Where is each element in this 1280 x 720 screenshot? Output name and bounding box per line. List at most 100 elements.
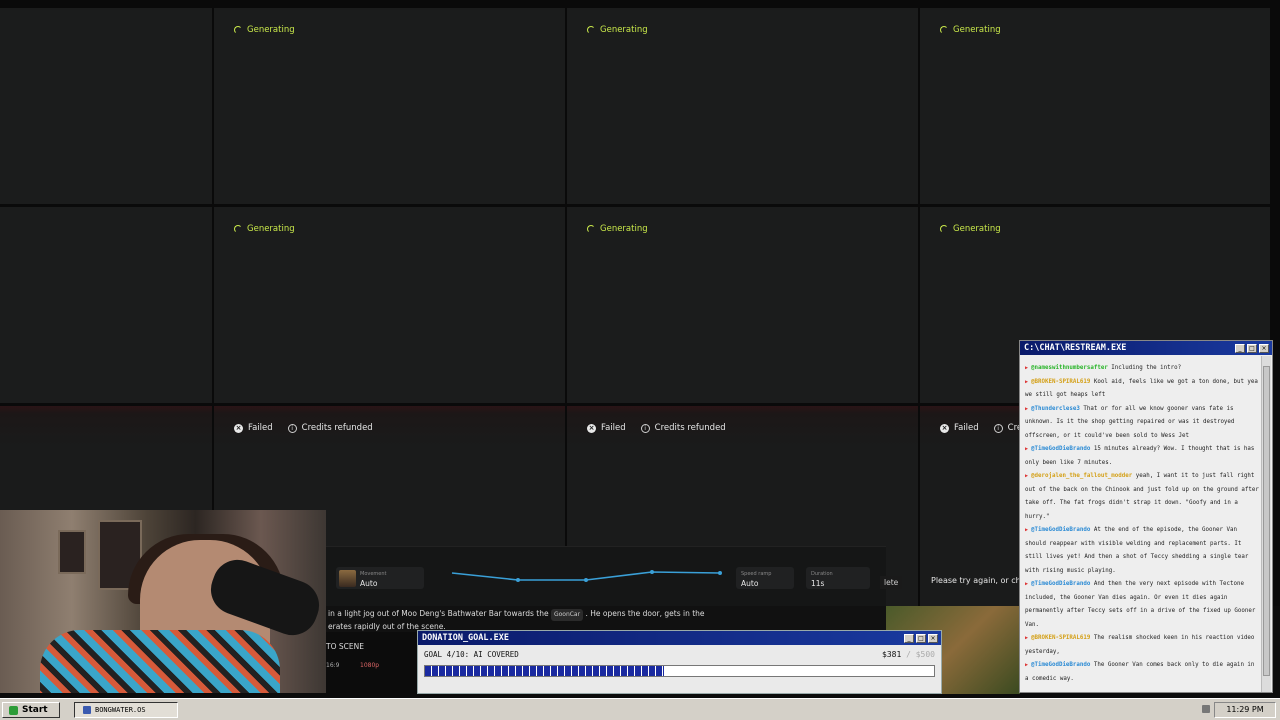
retry-message: Please try again, or char: [931, 576, 1029, 585]
close-icon[interactable]: ×: [928, 633, 938, 643]
donation-progress-fill: [425, 666, 665, 676]
credits-refunded-label: Credits refunded: [301, 423, 373, 433]
chat-message: ▶ @TimeGodDieBrando And then the very ne…: [1025, 578, 1261, 632]
chat-username[interactable]: @TimeGodDieBrando: [1031, 662, 1090, 668]
screen: Generating Generating Generating Generat…: [0, 0, 1280, 720]
chat-username[interactable]: @TimeGodDieBrando: [1031, 446, 1090, 452]
delete-button[interactable]: lete: [880, 576, 903, 589]
chat-username[interactable]: @BROKEN-SPIRAL619: [1031, 379, 1090, 385]
quality-label[interactable]: 1080p: [360, 662, 379, 669]
generation-cell[interactable]: Generating: [920, 8, 1270, 204]
maximize-icon[interactable]: □: [916, 633, 926, 643]
tray-icon[interactable]: [1202, 705, 1210, 713]
speed-ramp-value: Auto: [741, 579, 759, 588]
speed-curve-graph[interactable]: [446, 565, 726, 587]
generating-status: Generating: [940, 25, 1001, 35]
chat-username[interactable]: @Thunderclese3: [1031, 406, 1080, 412]
failed-label: Failed: [601, 423, 626, 433]
speed-ramp-label: Speed ramp: [741, 571, 772, 577]
failed-status: × Failed i Credits refunded: [234, 423, 373, 433]
movement-value: Auto: [360, 579, 378, 588]
spinner-icon: [587, 225, 595, 233]
failed-icon: ×: [587, 423, 596, 433]
spinner-icon: [940, 26, 948, 34]
generation-cell[interactable]: Generating: [567, 8, 918, 204]
generating-status: Generating: [234, 224, 295, 234]
info-icon[interactable]: i: [640, 423, 650, 433]
scrollbar-thumb[interactable]: [1263, 366, 1270, 676]
wall-picture: [58, 530, 86, 574]
donation-title: DONATION_GOAL.EXE: [422, 633, 509, 643]
taskbar-item-label: BONGWATER.OS: [95, 706, 146, 714]
prompt-text-part1: in a light jog out of Moo Deng's Bathwat…: [328, 609, 549, 618]
donation-progress-bar: [424, 665, 935, 677]
start-button[interactable]: Start: [2, 702, 60, 718]
task-icon: [83, 706, 91, 714]
chat-titlebar[interactable]: C:\CHAT\RESTREAM.EXE _ □ ×: [1020, 341, 1272, 355]
spinner-icon: [587, 26, 595, 34]
generation-cell[interactable]: [0, 8, 212, 204]
generating-label: Generating: [247, 25, 295, 35]
chat-text: And then the very next episode with Tect…: [1025, 581, 1256, 628]
chat-text: At the end of the episode, the Gooner Va…: [1025, 527, 1249, 574]
failed-icon: ×: [234, 423, 243, 433]
generation-cell[interactable]: Generating: [567, 207, 918, 403]
donation-goal-label: GOAL 4/10: AI COVERED: [424, 650, 519, 659]
info-icon[interactable]: i: [993, 423, 1003, 433]
generation-cell[interactable]: Generating: [214, 207, 565, 403]
generating-status: Generating: [587, 224, 648, 234]
chat-username[interactable]: @TimeGodDieBrando: [1031, 581, 1090, 587]
spinner-icon: [234, 225, 242, 233]
chat-message: ▶ @TimeGodDieBrando The Gooner Van comes…: [1025, 659, 1261, 686]
prompt-reference-chip[interactable]: GoonCar: [550, 609, 584, 621]
generating-label: Generating: [953, 25, 1001, 35]
donation-amount: $381 / $500: [882, 650, 935, 659]
generating-status: Generating: [940, 224, 1001, 234]
generation-cell[interactable]: Generating: [214, 8, 565, 204]
chat-messages: ▶ @nameswithnumbersafter Including the i…: [1025, 362, 1261, 687]
credits-refunded-label: Credits refunded: [654, 423, 726, 433]
movement-thumbnail: [339, 570, 356, 587]
generating-status: Generating: [587, 25, 648, 35]
taskbar-item-bongwater[interactable]: BONGWATER.OS: [74, 702, 178, 718]
taskbar: Start BONGWATER.OS 11:29 PM: [0, 698, 1280, 720]
spinner-icon: [940, 225, 948, 233]
speed-ramp-dropdown[interactable]: Speed ramp Auto: [736, 567, 794, 589]
chat-message: ▶ @derojalen_the_fallout_modder yeah, I …: [1025, 470, 1261, 524]
generation-cell[interactable]: [0, 207, 212, 403]
chat-message: ▶ @Thunderclese3 That or for all we know…: [1025, 403, 1261, 444]
chat-username[interactable]: @BROKEN-SPIRAL619: [1031, 635, 1090, 641]
streamer-shirt: [40, 630, 280, 693]
chat-text: Including the intro?: [1107, 365, 1182, 371]
taskbar-clock[interactable]: 11:29 PM: [1214, 702, 1276, 718]
chat-title: C:\CHAT\RESTREAM.EXE: [1024, 343, 1127, 353]
scene-label[interactable]: TO SCENE: [326, 642, 364, 651]
close-icon[interactable]: ×: [1259, 343, 1269, 353]
chat-message: ▶ @BROKEN-SPIRAL619 Kool aid, feels like…: [1025, 376, 1261, 403]
maximize-icon[interactable]: □: [1247, 343, 1257, 353]
chat-username[interactable]: @TimeGodDieBrando: [1031, 527, 1090, 533]
chat-scrollbar[interactable]: [1261, 356, 1271, 692]
video-editor-panel: Movement Auto Speed ramp Auto Duration 1…: [326, 546, 886, 606]
chat-username[interactable]: @nameswithnumbersafter: [1031, 365, 1108, 371]
failed-status: × Failed i Credits refunded: [587, 423, 726, 433]
generating-label: Generating: [953, 224, 1001, 234]
minimize-icon[interactable]: _: [904, 633, 914, 643]
chat-window: C:\CHAT\RESTREAM.EXE _ □ × ▶ @nameswithn…: [1019, 340, 1273, 693]
aspect-ratio-label[interactable]: 16:9: [326, 662, 339, 669]
chat-message: ▶ @TimeGodDieBrando At the end of the ep…: [1025, 524, 1261, 578]
info-icon[interactable]: i: [287, 423, 297, 433]
movement-dropdown[interactable]: Movement Auto: [336, 567, 424, 589]
failed-label: Failed: [248, 423, 273, 433]
chat-username[interactable]: @derojalen_the_fallout_modder: [1031, 473, 1132, 479]
minimize-icon[interactable]: _: [1235, 343, 1245, 353]
duration-field[interactable]: Duration 11s: [806, 567, 870, 589]
start-label: Start: [22, 705, 48, 715]
failed-status: ×FailediCredi: [940, 423, 1030, 433]
generating-label: Generating: [247, 224, 295, 234]
donation-titlebar[interactable]: DONATION_GOAL.EXE _ □ ×: [418, 631, 941, 645]
webcam-overlay: [0, 510, 326, 693]
donation-body: GOAL 4/10: AI COVERED $381 / $500: [418, 645, 941, 693]
prompt-text-area[interactable]: in a light jog out of Moo Deng's Bathwat…: [326, 606, 886, 632]
chat-message: ▶ @TimeGodDieBrando 15 minutes already? …: [1025, 443, 1261, 470]
